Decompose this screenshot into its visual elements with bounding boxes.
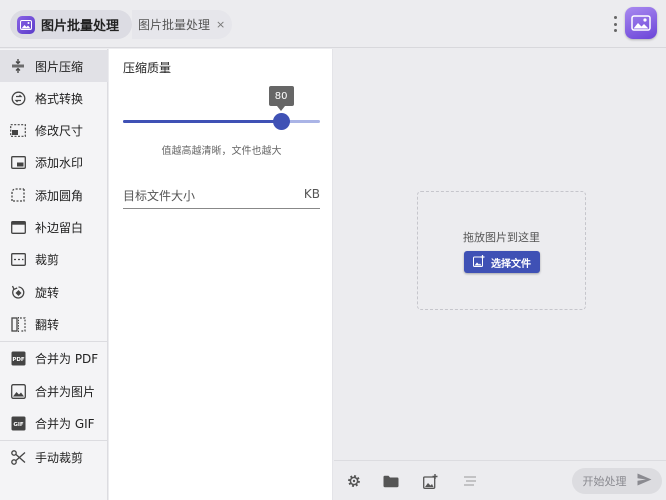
sidebar-item-manual-crop[interactable]: 手动裁剪 [0,441,108,473]
sidebar: 图片压缩 格式转换 修改尺寸 添加水印 添加圆角 补边留白 裁剪 旋转 翻转 P… [0,49,108,500]
sidebar-item-watermark[interactable]: 添加水印 [0,146,108,178]
sidebar-item-label: 图片压缩 [35,59,84,74]
sidebar-item-label: 补边留白 [35,220,84,235]
rotate-icon [10,284,26,300]
sidebar-item-merge-pdf[interactable]: PDF 合并为 PDF [0,342,108,374]
select-file-label: 选择文件 [491,258,531,270]
quality-hint: 值越高越清晰，文件也越大 [161,146,282,157]
sidebar-item-label: 修改尺寸 [35,123,84,138]
pdf-icon: PDF [10,350,26,366]
sidebar-item-merge-gif[interactable]: GIF 合并为 GIF [0,407,108,439]
sidebar-item-padding[interactable]: 补边留白 [0,211,108,243]
convert-icon [10,90,26,106]
quality-slider-thumb[interactable] [272,113,290,130]
tab-active-label: 图片批量处理 [41,19,120,34]
target-size-field[interactable]: 目标文件大小 KB [123,187,320,209]
sidebar-item-label: 裁剪 [35,252,60,267]
quality-value-tooltip: 80 [268,86,294,111]
target-size-unit: KB [303,187,320,201]
sidebar-item-label: 格式转换 [35,91,84,106]
quality-slider-fill [123,120,281,123]
flip-icon [10,316,26,332]
watermark-icon [10,154,26,170]
image-icon [10,383,26,399]
sidebar-item-label: 添加水印 [35,155,84,170]
svg-text:PDF: PDF [12,357,25,363]
select-file-button[interactable]: 选择文件 [464,251,540,273]
start-processing-label: 开始处理 [582,475,627,488]
sidebar-item-label: 合并为 PDF [35,351,99,366]
send-icon [637,473,652,489]
tab-second-label: 图片批量处理 [138,18,211,32]
close-icon[interactable]: × [216,18,225,31]
sidebar-item-label: 翻转 [35,317,60,332]
title-bar: 图片批量处理 图片批量处理 × [0,0,666,48]
bottom-toolbar: 开始处理 [334,460,666,500]
target-size-placeholder: 目标文件大小 [123,189,196,203]
list-icon[interactable] [462,473,478,489]
sidebar-item-rounded-corner[interactable]: 添加圆角 [0,179,108,211]
folder-icon[interactable] [383,473,399,489]
sidebar-item-label: 合并为图片 [35,384,96,399]
start-processing-button[interactable]: 开始处理 [572,468,662,494]
quality-slider-track[interactable] [123,120,320,123]
add-image-icon [473,254,485,270]
sidebar-item-label: 手动裁剪 [35,450,84,465]
gif-icon: GIF [10,415,26,431]
crop-icon [10,251,26,267]
more-menu-icon[interactable] [612,14,618,34]
rounded-corner-icon [10,187,26,203]
dropzone-text: 拖放图片到这里 [463,231,540,244]
tab-active[interactable]: 图片批量处理 [10,10,132,39]
settings-gear-icon[interactable] [346,473,362,489]
sidebar-item-flip[interactable]: 翻转 [0,308,108,340]
sidebar-item-label: 添加圆角 [35,188,84,203]
add-image-icon[interactable] [422,473,438,489]
drop-area: 拖放图片到这里 选择文件 [334,49,666,460]
app-logo-icon [17,15,35,34]
sidebar-item-merge-image[interactable]: 合并为图片 [0,375,108,407]
scissors-icon [10,449,26,465]
sidebar-item-rotate[interactable]: 旋转 [0,276,108,308]
app-icon[interactable] [625,7,657,39]
sidebar-item-label: 旋转 [35,285,60,300]
resize-icon [10,122,26,138]
compress-icon [10,58,26,74]
sidebar-item-compress[interactable]: 图片压缩 [0,50,108,82]
padding-icon [10,219,26,235]
svg-text:GIF: GIF [13,421,24,427]
quality-title: 压缩质量 [123,61,172,75]
sidebar-item-resize[interactable]: 修改尺寸 [0,114,108,146]
sidebar-item-label: 合并为 GIF [35,416,95,431]
settings-panel: 压缩质量 80 值越高越清晰，文件也越大 目标文件大小 KB [109,49,333,500]
sidebar-item-convert[interactable]: 格式转换 [0,82,108,114]
tab-second[interactable]: 图片批量处理 × [132,10,232,39]
dropzone[interactable]: 拖放图片到这里 选择文件 [417,191,586,310]
sidebar-item-crop[interactable]: 裁剪 [0,243,108,275]
